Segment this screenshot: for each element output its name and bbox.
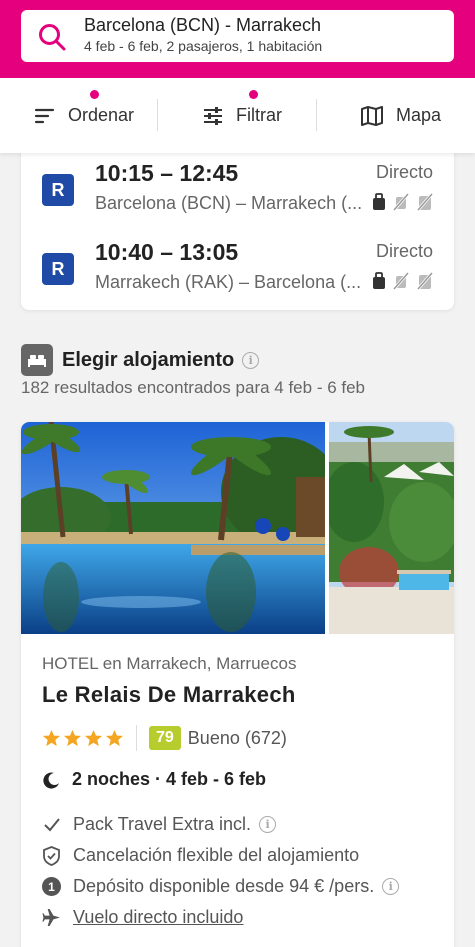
flight-time: 10:15 – 12:45	[95, 160, 239, 186]
flight-card[interactable]: R 10:15 – 12:45 Barcelona (BCN) – Marrak…	[21, 130, 454, 310]
filter-label: Filtrar	[236, 105, 282, 125]
map-icon	[361, 105, 383, 126]
filter-bar: Ordenar Filtrar Mapa	[0, 78, 475, 153]
info-icon[interactable]: i	[242, 351, 260, 369]
flight-leg-return[interactable]: R 10:40 – 13:05 Marrakech (RAK) – Barcel…	[21, 239, 454, 311]
sort-active-dot	[90, 90, 99, 99]
flight-time: 10:40 – 13:05	[95, 239, 239, 265]
top-bar: Barcelona (BCN) - Marrakech 4 feb - 6 fe…	[0, 0, 475, 78]
flight-route: Barcelona (BCN) – Marrakech (...	[95, 193, 363, 213]
airline-logo: R	[42, 174, 74, 206]
direct-flight-link[interactable]: Vuelo directo incluido	[73, 907, 243, 928]
info-icon[interactable]: i	[259, 816, 277, 833]
search-icon	[39, 24, 66, 51]
feature-cancellation: Cancelación flexible del alojamiento	[42, 845, 359, 866]
section-title: Elegir alojamiento	[62, 348, 235, 371]
no-checked-bag-icon	[416, 193, 434, 211]
feature-cancellation-text: Cancelación flexible del alojamiento	[73, 845, 360, 865]
filter-button[interactable]: Filtrar	[202, 78, 282, 153]
stay-dates: 2 noches · 4 feb - 6 feb	[42, 769, 266, 790]
baggage-icons	[372, 193, 434, 211]
hotel-photo-main[interactable]	[21, 422, 325, 634]
flight-leg-outbound[interactable]: R 10:15 – 12:45 Barcelona (BCN) – Marrak…	[21, 160, 454, 232]
hotel-card[interactable]: HOTEL en Marrakech, Marruecos Le Relais …	[21, 422, 454, 947]
info-icon[interactable]: i	[382, 878, 400, 895]
hotel-type-location: HOTEL en Marrakech, Marruecos	[42, 654, 297, 673]
review-score-badge: 79	[149, 726, 181, 750]
flight-route: Marrakech (RAK) – Barcelona (...	[95, 272, 362, 292]
moon-icon	[43, 772, 59, 789]
star-icon	[63, 729, 82, 746]
shield-check-icon	[43, 845, 60, 866]
accommodation-header: Elegir alojamiento i	[21, 344, 260, 376]
map-button[interactable]: Mapa	[360, 78, 441, 153]
no-checked-bag-icon	[416, 272, 434, 290]
bed-icon	[21, 344, 53, 376]
filter-sliders-icon	[204, 106, 222, 125]
divider	[157, 99, 158, 131]
divider	[316, 99, 317, 131]
feature-pack-text: Pack Travel Extra incl.	[73, 814, 252, 834]
baggage-icons	[372, 272, 434, 290]
sort-label: Ordenar	[68, 105, 135, 125]
results-count: 182 resultados encontrados para 4 feb - …	[21, 378, 366, 397]
feature-pack: Pack Travel Extra incl. i	[42, 814, 277, 835]
feature-deposit-text: Depósito disponible desde 94 € /pers.	[73, 876, 375, 896]
filter-active-dot	[249, 90, 258, 99]
no-cabin-bag-icon	[392, 193, 410, 211]
airplane-icon	[42, 908, 61, 927]
sort-button[interactable]: Ordenar	[34, 78, 134, 153]
feature-flight: Vuelo directo incluido	[42, 907, 243, 928]
star-icon	[42, 729, 61, 746]
search-summary-box[interactable]: Barcelona (BCN) - Marrakech 4 feb - 6 fe…	[21, 10, 454, 62]
no-cabin-bag-icon	[392, 272, 410, 290]
nights-text: 2 noches · 4 feb - 6 feb	[72, 769, 267, 789]
star-icon	[105, 729, 124, 746]
star-rating	[42, 729, 124, 748]
deposit-number-icon: 1	[42, 877, 61, 896]
personal-bag-icon	[373, 193, 385, 210]
star-icon	[84, 729, 103, 746]
hotel-photo-secondary[interactable]	[329, 422, 454, 634]
review-score-label: Bueno (672)	[187, 727, 287, 748]
rating-row: 79 Bueno (672)	[42, 725, 287, 751]
divider	[136, 725, 137, 751]
flight-type: Directo	[375, 162, 433, 182]
check-icon	[44, 818, 60, 832]
personal-bag-icon	[373, 272, 385, 289]
feature-deposit: 1 Depósito disponible desde 94 € /pers. …	[42, 876, 400, 897]
hotel-name[interactable]: Le Relais De Marrakech	[42, 682, 296, 708]
search-route: Barcelona (BCN) - Marrakech	[84, 15, 322, 35]
map-label: Mapa	[396, 105, 442, 125]
search-details: 4 feb - 6 feb, 2 pasajeros, 1 habitación	[84, 38, 323, 54]
airline-logo: R	[42, 253, 74, 285]
flight-type: Directo	[375, 241, 433, 261]
sort-icon	[34, 108, 55, 123]
